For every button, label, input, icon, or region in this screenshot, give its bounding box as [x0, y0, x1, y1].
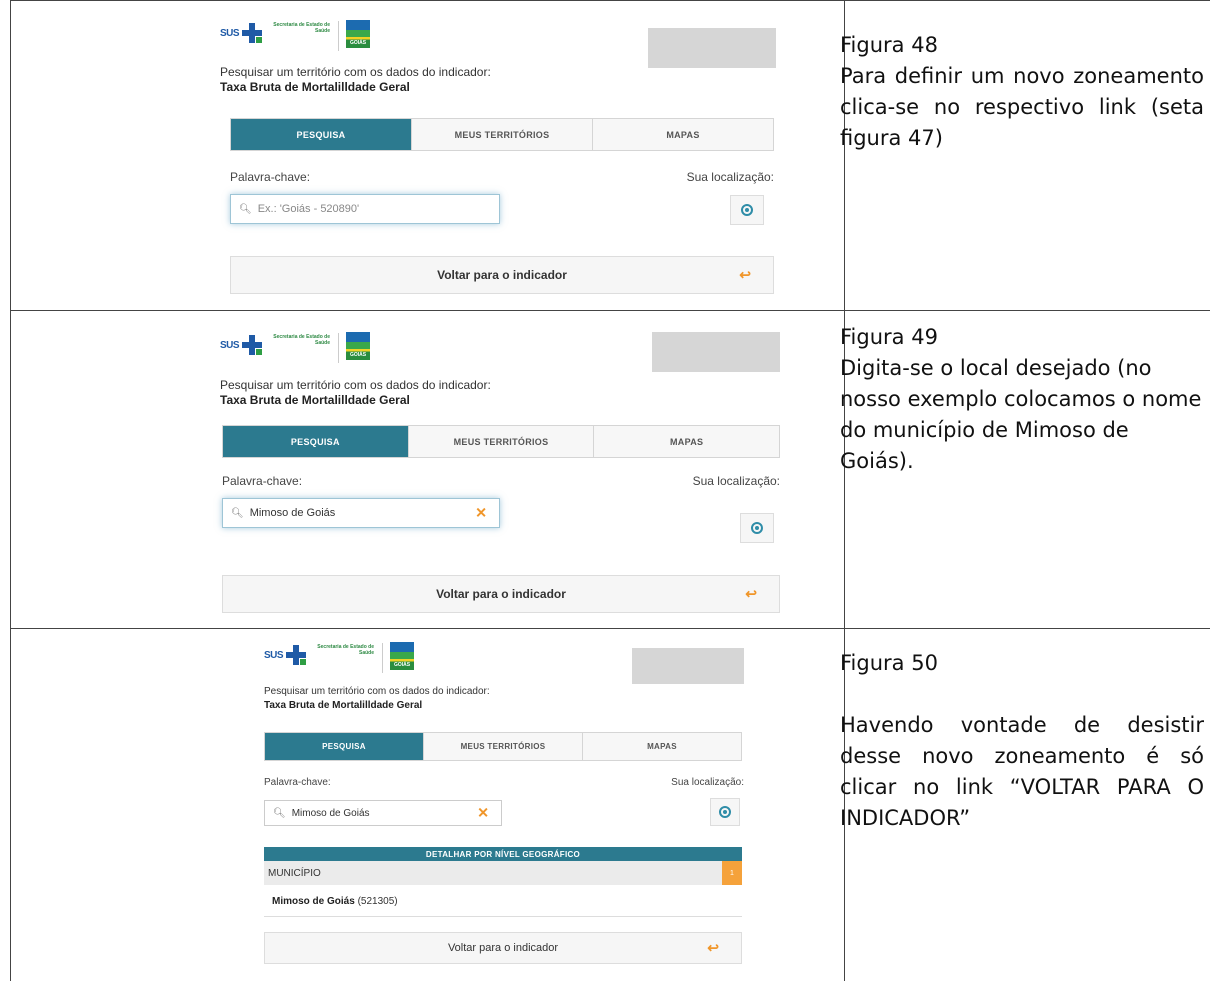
- user-area-placeholder: [648, 28, 776, 68]
- search-input[interactable]: 🔍︎ Mimoso de Goiás ✕: [222, 498, 500, 528]
- secretaria-logo-text: Secretaria de Estado de Saúde: [317, 644, 374, 656]
- locate-button[interactable]: [740, 513, 774, 543]
- level-count-badge: 1: [722, 861, 742, 885]
- level-label: MUNICÍPIO: [268, 867, 321, 879]
- caption-fig48: Figura 48 Para definir um novo zoneament…: [840, 30, 1204, 154]
- keyword-label: Palavra-chave:: [230, 170, 311, 184]
- caption-text: Havendo vontade de desistir desse novo z…: [840, 713, 1204, 830]
- return-arrow-icon: ↩: [745, 585, 757, 602]
- tab-pesquisa[interactable]: PESQUISA: [265, 733, 423, 760]
- location-label: Sua localização:: [692, 474, 780, 488]
- tab-bar: PESQUISA MEUS TERRITÓRIOS MAPAS: [230, 118, 774, 151]
- back-label: Voltar para o indicador: [436, 587, 566, 601]
- sus-logo: SUS: [264, 650, 284, 661]
- tab-pesquisa[interactable]: PESQUISA: [231, 119, 411, 150]
- search-icon: 🔍︎: [239, 203, 252, 215]
- search-icon: 🔍︎: [273, 807, 286, 819]
- logo-divider: [338, 333, 339, 363]
- back-label: Voltar para o indicador: [447, 942, 559, 954]
- result-name: Mimoso de Goiás: [272, 896, 355, 907]
- secretaria-logo-text: Secretaria de Estado de Saúde: [273, 22, 330, 34]
- logo-divider: [338, 21, 339, 51]
- search-input[interactable]: 🔍︎ Ex.: 'Goiás - 520890': [230, 194, 500, 224]
- result-code: (521305): [357, 896, 398, 907]
- caption-text: Para definir um novo zoneamento clica-se…: [840, 64, 1204, 150]
- tab-mapas[interactable]: MAPAS: [592, 119, 773, 150]
- locate-button[interactable]: [710, 798, 740, 826]
- clear-icon[interactable]: ✕: [477, 805, 489, 822]
- prompt-text: Pesquisar um território com os dados do …: [264, 686, 490, 697]
- return-arrow-icon: ↩: [707, 939, 719, 956]
- user-area-placeholder: [652, 332, 780, 372]
- tab-mapas[interactable]: MAPAS: [582, 733, 741, 760]
- search-placeholder: Ex.: 'Goiás - 520890': [257, 203, 360, 215]
- caption-title: Figura 49: [840, 325, 938, 349]
- sus-logo: SUS: [220, 28, 240, 39]
- tab-mapas[interactable]: MAPAS: [593, 426, 780, 457]
- locate-button[interactable]: [730, 195, 764, 225]
- level-row-municipio[interactable]: MUNICÍPIO 1: [264, 861, 742, 885]
- return-arrow-icon: ↩: [739, 266, 751, 283]
- logo-divider: [382, 643, 383, 673]
- back-to-indicator-button[interactable]: Voltar para o indicador ↩: [222, 575, 780, 613]
- prompt-text: Pesquisar um território com os dados do …: [220, 65, 491, 79]
- target-icon: [741, 204, 753, 216]
- search-value: Mimoso de Goiás: [249, 507, 336, 519]
- keyword-label: Palavra-chave:: [222, 474, 303, 488]
- caption-title: Figura 48: [840, 33, 938, 57]
- keyword-label: Palavra-chave:: [264, 777, 331, 788]
- screenshot-fig49: SUS Secretaria de Estado de Saúde GOIÁS …: [220, 330, 782, 620]
- user-area-placeholder: [632, 648, 744, 684]
- target-icon: [751, 522, 763, 534]
- location-label: Sua localização:: [686, 170, 774, 184]
- screenshot-fig48: SUS Secretaria de Estado de Saúde GOIÁS …: [220, 18, 780, 298]
- back-to-indicator-button[interactable]: Voltar para o indicador ↩: [230, 256, 774, 294]
- back-to-indicator-button[interactable]: Voltar para o indicador ↩: [264, 932, 742, 964]
- caption-fig49: Figura 49 Digita-se o local desejado (no…: [840, 322, 1204, 477]
- goias-flag-icon: GOIÁS: [346, 332, 370, 360]
- health-cross-icon: [286, 645, 306, 665]
- health-cross-icon: [242, 23, 262, 43]
- indicator-title: Taxa Bruta de Mortalilldade Geral: [220, 393, 410, 407]
- prompt-text: Pesquisar um território com os dados do …: [220, 378, 491, 392]
- target-icon: [719, 806, 731, 818]
- screenshot-fig50: SUS Secretaria de Estado de Saúde GOIÁS …: [264, 640, 744, 980]
- goias-flag-icon: GOIÁS: [346, 20, 370, 48]
- secretaria-logo-text: Secretaria de Estado de Saúde: [273, 334, 330, 346]
- tab-meus-territorios[interactable]: MEUS TERRITÓRIOS: [411, 119, 592, 150]
- detail-geo-header: DETALHAR POR NÍVEL GEOGRÁFICO: [264, 847, 742, 861]
- caption-title: Figura 50: [840, 651, 938, 675]
- caption-fig50: Figura 50 Havendo vontade de desistir de…: [840, 648, 1204, 834]
- search-input[interactable]: 🔍︎ Mimoso de Goiás ✕: [264, 800, 502, 826]
- indicator-title: Taxa Bruta de Mortalilldade Geral: [264, 700, 423, 711]
- back-label: Voltar para o indicador: [437, 268, 567, 282]
- goias-flag-icon: GOIÁS: [390, 642, 414, 670]
- divider: [264, 916, 742, 917]
- location-label: Sua localização:: [671, 777, 744, 788]
- clear-icon[interactable]: ✕: [475, 505, 487, 522]
- search-icon: 🔍︎: [231, 507, 244, 519]
- result-item[interactable]: Mimoso de Goiás (521305): [272, 896, 398, 907]
- sus-logo: SUS: [220, 340, 240, 351]
- tab-pesquisa[interactable]: PESQUISA: [223, 426, 408, 457]
- tab-meus-territorios[interactable]: MEUS TERRITÓRIOS: [423, 733, 582, 760]
- tab-bar: PESQUISA MEUS TERRITÓRIOS MAPAS: [264, 732, 742, 761]
- tab-bar: PESQUISA MEUS TERRITÓRIOS MAPAS: [222, 425, 780, 458]
- health-cross-icon: [242, 335, 262, 355]
- tab-meus-territorios[interactable]: MEUS TERRITÓRIOS: [407, 426, 594, 457]
- caption-text: Digita-se o local desejado (no nosso exe…: [840, 356, 1202, 473]
- indicator-title: Taxa Bruta de Mortalilldade Geral: [220, 80, 410, 94]
- search-value: Mimoso de Goiás: [291, 807, 370, 819]
